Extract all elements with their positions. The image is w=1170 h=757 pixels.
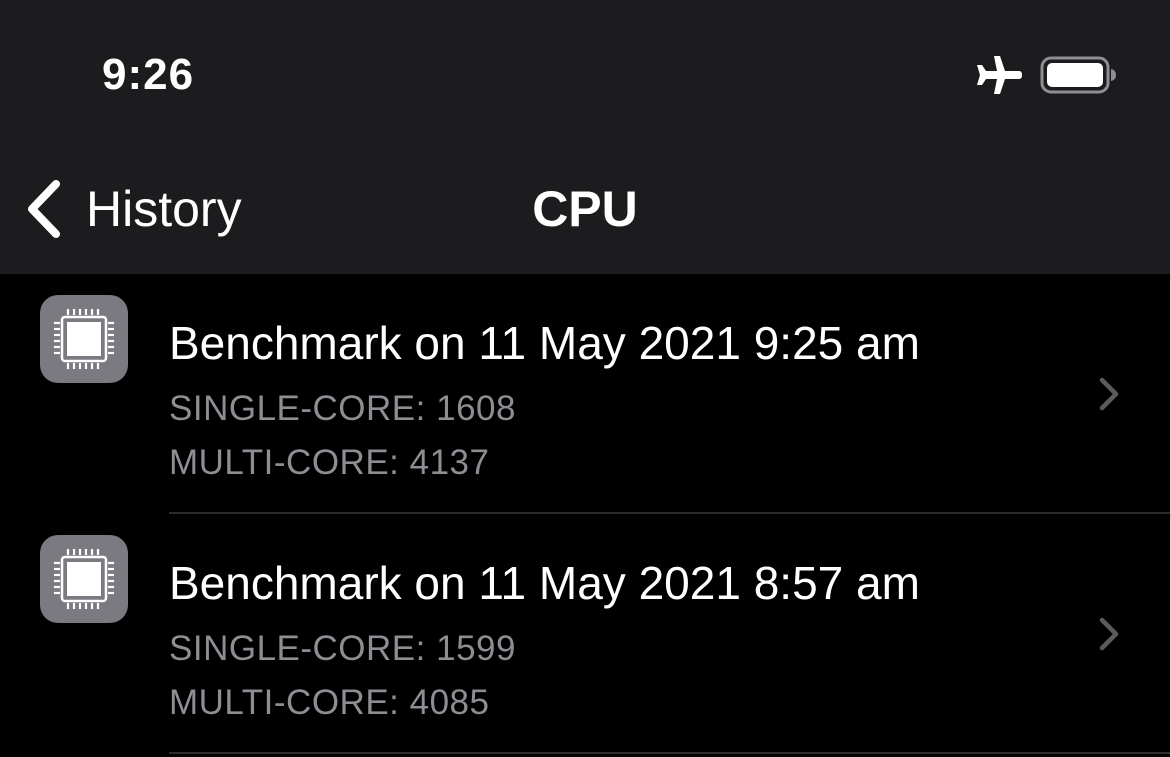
status-time: 9:26	[102, 50, 195, 99]
benchmark-title: Benchmark on 11 May 2021 9:25 am	[169, 317, 920, 369]
navigation-bar: History CPU	[0, 150, 1170, 274]
multi-core-score: MULTI-CORE: 4137	[169, 443, 490, 482]
benchmark-row[interactable]: Benchmark on 11 May 2021 9:25 am SINGLE-…	[0, 274, 1170, 514]
multi-core-score: MULTI-CORE: 4085	[169, 683, 490, 722]
battery-icon	[1040, 56, 1116, 94]
benchmark-row[interactable]: Benchmark on 11 May 2021 8:57 am SINGLE-…	[0, 514, 1170, 754]
single-core-score: SINGLE-CORE: 1608	[169, 389, 516, 428]
status-bar: 9:26	[0, 0, 1170, 150]
chevron-right-icon	[1099, 377, 1119, 411]
single-core-score: SINGLE-CORE: 1599	[169, 629, 516, 668]
chevron-right-icon	[1099, 617, 1119, 651]
benchmark-list: Benchmark on 11 May 2021 9:25 am SINGLE-…	[0, 274, 1170, 754]
page-title: CPU	[532, 181, 638, 237]
screen: 9:26 History CPU Benchmark on 11 May 202…	[0, 0, 1170, 757]
benchmark-title: Benchmark on 11 May 2021 8:57 am	[169, 557, 920, 609]
airplane-icon	[977, 56, 1022, 94]
cpu-chip-icon	[40, 535, 128, 623]
row-divider	[169, 752, 1170, 754]
cpu-chip-icon	[40, 295, 128, 383]
